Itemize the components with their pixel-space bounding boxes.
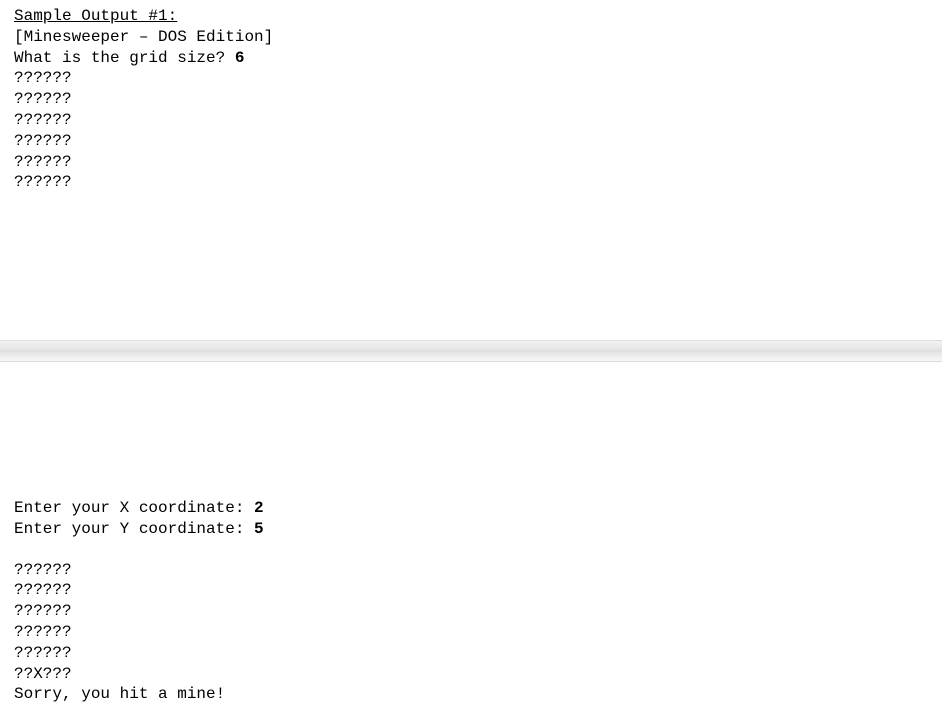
page-divider <box>0 340 942 362</box>
initial-grid-row: ?????? <box>14 131 928 152</box>
result-grid-row: ??X??? <box>14 664 928 685</box>
program-title-line: [Minesweeper – DOS Edition] <box>14 27 928 48</box>
grid-size-prompt-text: What is the grid size? <box>14 49 235 67</box>
vertical-spacer <box>14 368 928 498</box>
result-grid-row: ?????? <box>14 601 928 622</box>
x-coordinate-prompt-text: Enter your X coordinate: <box>14 499 254 517</box>
y-coordinate-prompt-line: Enter your Y coordinate: 5 <box>14 519 928 540</box>
sample-output-heading: Sample Output #1: <box>14 6 928 27</box>
result-grid-row: ?????? <box>14 560 928 581</box>
x-coordinate-prompt-line: Enter your X coordinate: 2 <box>14 498 928 519</box>
initial-grid-row: ?????? <box>14 152 928 173</box>
y-coordinate-user-input: 5 <box>254 520 264 538</box>
result-grid-row: ?????? <box>14 580 928 601</box>
page-bottom-section: Enter your X coordinate: 2 Enter your Y … <box>0 362 942 711</box>
initial-grid-row: ?????? <box>14 68 928 89</box>
x-coordinate-user-input: 2 <box>254 499 264 517</box>
grid-size-user-input: 6 <box>235 49 245 67</box>
initial-grid-row: ?????? <box>14 89 928 110</box>
result-grid-row: ?????? <box>14 643 928 664</box>
result-message: Sorry, you hit a mine! <box>14 684 928 705</box>
result-grid-row: ?????? <box>14 622 928 643</box>
page-top-section: Sample Output #1: [Minesweeper – DOS Edi… <box>0 0 942 340</box>
initial-grid-row: ?????? <box>14 110 928 131</box>
y-coordinate-prompt-text: Enter your Y coordinate: <box>14 520 254 538</box>
grid-size-prompt-line: What is the grid size? 6 <box>14 48 928 69</box>
initial-grid-row: ?????? <box>14 172 928 193</box>
vertical-spacer <box>14 540 928 560</box>
